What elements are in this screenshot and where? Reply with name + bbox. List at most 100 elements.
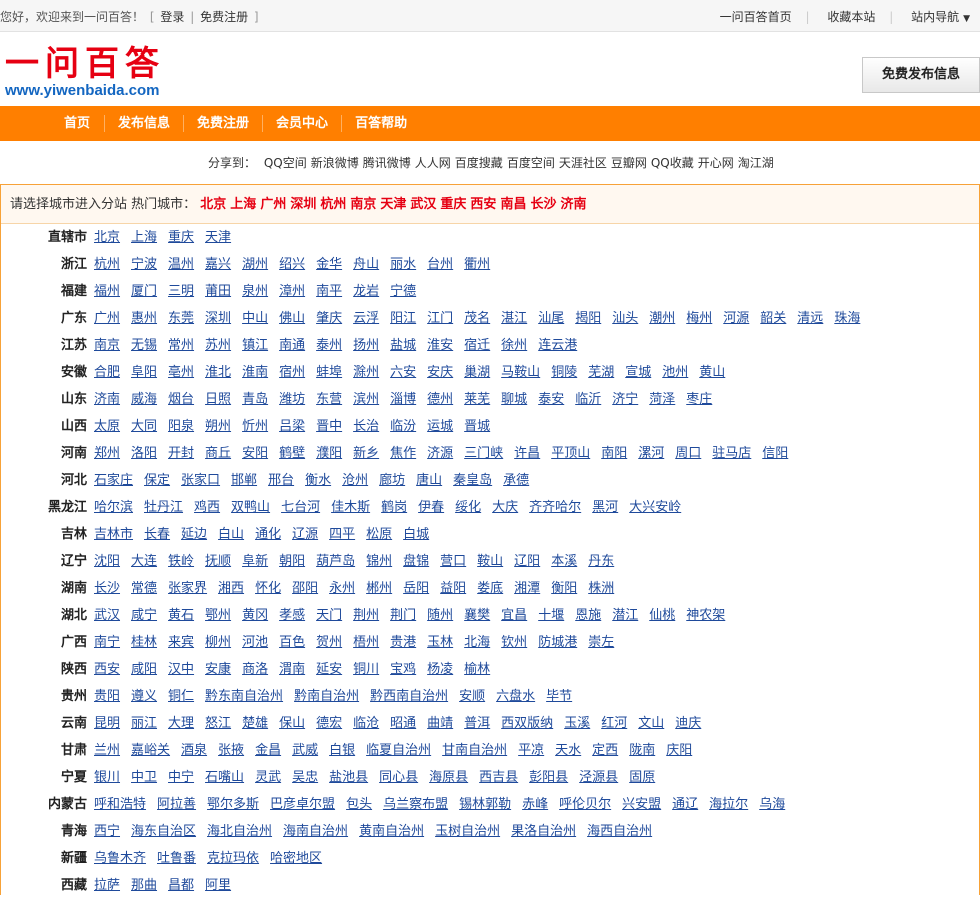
city-link[interactable]: 昭通	[390, 716, 416, 731]
city-link[interactable]: 河池	[242, 635, 268, 650]
city-link[interactable]: 果洛自治州	[511, 824, 576, 839]
city-link[interactable]: 天水	[555, 743, 581, 758]
city-link[interactable]: 张家口	[181, 473, 220, 488]
city-link[interactable]: 本溪	[551, 554, 577, 569]
city-link[interactable]: 台州	[427, 257, 453, 272]
city-link[interactable]: 淄博	[390, 392, 416, 407]
hot-city-link[interactable]: 广州	[260, 197, 286, 212]
city-link[interactable]: 中山	[242, 311, 268, 326]
city-link[interactable]: 北京	[94, 230, 120, 245]
city-link[interactable]: 常德	[131, 581, 157, 596]
city-link[interactable]: 潮州	[649, 311, 675, 326]
city-link[interactable]: 邢台	[268, 473, 294, 488]
city-link[interactable]: 鞍山	[477, 554, 503, 569]
city-link[interactable]: 毕节	[546, 689, 572, 704]
city-link[interactable]: 丽水	[390, 257, 416, 272]
city-link[interactable]: 新乡	[353, 446, 379, 461]
city-link[interactable]: 安庆	[427, 365, 453, 380]
city-link[interactable]: 黔西南自治州	[370, 689, 448, 704]
city-link[interactable]: 黔南自治州	[294, 689, 359, 704]
city-link[interactable]: 天门	[316, 608, 342, 623]
city-link[interactable]: 定西	[592, 743, 618, 758]
city-link[interactable]: 双鸭山	[231, 500, 270, 515]
city-link[interactable]: 铁岭	[168, 554, 194, 569]
city-link[interactable]: 贵港	[390, 635, 416, 650]
city-link[interactable]: 衡水	[305, 473, 331, 488]
city-link[interactable]: 红河	[601, 716, 627, 731]
city-link[interactable]: 兴安盟	[622, 797, 661, 812]
share-link[interactable]: 新浪微博	[311, 156, 359, 170]
city-link[interactable]: 许昌	[514, 446, 540, 461]
city-link[interactable]: 沧州	[342, 473, 368, 488]
city-link[interactable]: 青岛	[242, 392, 268, 407]
share-link[interactable]: 百度搜藏	[455, 156, 503, 170]
city-link[interactable]: 贺州	[316, 635, 342, 650]
city-link[interactable]: 乌鲁木齐	[94, 851, 146, 866]
city-link[interactable]: 呼伦贝尔	[559, 797, 611, 812]
city-link[interactable]: 廊坊	[379, 473, 405, 488]
city-link[interactable]: 阳泉	[168, 419, 194, 434]
city-link[interactable]: 朝阳	[279, 554, 305, 569]
city-link[interactable]: 七台河	[281, 500, 320, 515]
city-link[interactable]: 舟山	[353, 257, 379, 272]
city-link[interactable]: 葫芦岛	[316, 554, 355, 569]
city-link[interactable]: 承德	[503, 473, 529, 488]
city-link[interactable]: 普洱	[464, 716, 490, 731]
city-link[interactable]: 六安	[390, 365, 416, 380]
city-link[interactable]: 吐鲁番	[157, 851, 196, 866]
city-link[interactable]: 忻州	[242, 419, 268, 434]
city-link[interactable]: 通辽	[672, 797, 698, 812]
city-link[interactable]: 鹤岗	[381, 500, 407, 515]
city-link[interactable]: 北海	[464, 635, 490, 650]
city-link[interactable]: 巴彦卓尔盟	[270, 797, 335, 812]
city-link[interactable]: 威海	[131, 392, 157, 407]
city-link[interactable]: 文山	[638, 716, 664, 731]
city-link[interactable]: 乌海	[759, 797, 785, 812]
city-link[interactable]: 郑州	[94, 446, 120, 461]
city-link[interactable]: 中宁	[168, 770, 194, 785]
city-link[interactable]: 辽阳	[514, 554, 540, 569]
city-link[interactable]: 长沙	[94, 581, 120, 596]
city-link[interactable]: 佛山	[279, 311, 305, 326]
city-link[interactable]: 齐齐哈尔	[529, 500, 581, 515]
login-link[interactable]: 登录	[160, 10, 184, 24]
city-link[interactable]: 四平	[329, 527, 355, 542]
city-link[interactable]: 渭南	[279, 662, 305, 677]
share-link[interactable]: 人人网	[415, 156, 451, 170]
city-link[interactable]: 伊春	[418, 500, 444, 515]
share-link[interactable]: 开心网	[698, 156, 734, 170]
city-link[interactable]: 甘南自治州	[442, 743, 507, 758]
city-link[interactable]: 平凉	[518, 743, 544, 758]
city-link[interactable]: 莱芜	[464, 392, 490, 407]
city-link[interactable]: 吉林市	[94, 527, 133, 542]
city-link[interactable]: 呼和浩特	[94, 797, 146, 812]
city-link[interactable]: 哈尔滨	[94, 500, 133, 515]
city-link[interactable]: 鄂尔多斯	[207, 797, 259, 812]
city-link[interactable]: 兰州	[94, 743, 120, 758]
city-link[interactable]: 湛江	[501, 311, 527, 326]
city-link[interactable]: 延安	[316, 662, 342, 677]
city-link[interactable]: 保定	[144, 473, 170, 488]
city-link[interactable]: 咸宁	[131, 608, 157, 623]
city-link[interactable]: 龙岩	[353, 284, 379, 299]
city-link[interactable]: 池州	[662, 365, 688, 380]
city-link[interactable]: 肇庆	[316, 311, 342, 326]
city-link[interactable]: 同心县	[379, 770, 418, 785]
city-link[interactable]: 重庆	[168, 230, 194, 245]
city-link[interactable]: 云浮	[353, 311, 379, 326]
city-link[interactable]: 丽江	[131, 716, 157, 731]
city-link[interactable]: 营口	[440, 554, 466, 569]
hot-city-link[interactable]: 济南	[560, 197, 586, 212]
nav-item[interactable]: 会员中心	[263, 106, 341, 141]
city-link[interactable]: 滨州	[353, 392, 379, 407]
city-link[interactable]: 庆阳	[666, 743, 692, 758]
city-link[interactable]: 无锡	[131, 338, 157, 353]
city-link[interactable]: 河源	[723, 311, 749, 326]
city-link[interactable]: 黄南自治州	[359, 824, 424, 839]
city-link[interactable]: 淮南	[242, 365, 268, 380]
city-link[interactable]: 岳阳	[403, 581, 429, 596]
city-link[interactable]: 随州	[427, 608, 453, 623]
hot-city-link[interactable]: 深圳	[290, 197, 316, 212]
city-link[interactable]: 淮安	[427, 338, 453, 353]
city-link[interactable]: 衡阳	[551, 581, 577, 596]
